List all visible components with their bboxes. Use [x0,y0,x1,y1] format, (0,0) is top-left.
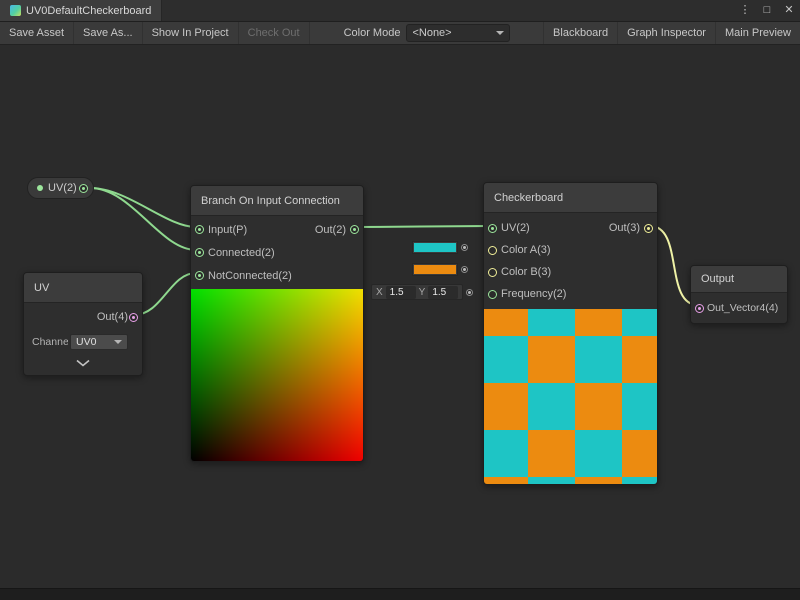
uv-pill-label: UV(2) [48,182,77,194]
frequency-fields: X 1.5 Y 1.5 [371,284,463,300]
color-b-connector-icon [461,266,468,273]
chevron-down-icon [496,31,504,35]
show-in-project-button[interactable]: Show In Project [143,22,239,44]
frequency-y-label: Y [419,287,426,298]
shadergraph-asset-icon [10,5,21,16]
uv-node-body: Out(4) Channel UV0 [24,303,142,375]
port-branch-notconnected[interactable] [195,271,204,280]
output-row-in: Out_Vector4(4) [691,295,787,321]
node-uv[interactable]: UV Out(4) Channel UV0 [23,272,143,376]
toolbar-right-group: Blackboard Graph Inspector Main Preview [543,22,800,44]
node-branch-on-input-connection[interactable]: Branch On Input Connection Input(P) Conn… [190,185,364,462]
channel-dropdown[interactable]: UV0 [70,334,128,350]
chevron-down-icon [114,340,122,344]
port-branch-input[interactable] [195,225,204,234]
branch-row-notconnected: NotConnected(2) [191,264,363,287]
output-in-label: Out_Vector4(4) [707,302,778,314]
tab-title: UV0DefaultCheckerboard [26,5,151,17]
port-cb-out[interactable] [644,224,653,233]
branch-row-out: Out(2) [315,218,363,241]
save-as-button[interactable]: Save As... [74,22,143,44]
port-branch-connected[interactable] [195,248,204,257]
cb-frequency-label: Frequency(2) [501,288,566,300]
branch-node-body: Input(P) Connected(2) NotConnected(2) Ou… [191,216,363,289]
close-icon[interactable]: ✕ [778,0,800,21]
output-node-title: Output [691,266,787,293]
port-output-vector4[interactable] [695,304,704,313]
window-bottom-edge [0,588,800,600]
checkerboard-node-body: UV(2) Color A(3) Color B(3) Frequency(2)… [484,213,657,309]
maximize-icon[interactable]: □ [756,0,778,21]
cb-row-frequency: Frequency(2) [484,283,657,305]
branch-node-title: Branch On Input Connection [191,186,363,216]
blackboard-toggle-button[interactable]: Blackboard [543,22,617,44]
uv-node-title: UV [24,273,142,303]
branch-notconnected-label: NotConnected(2) [208,270,292,282]
save-asset-button[interactable]: Save Asset [0,22,74,44]
uv-out-label: Out(4) [97,311,128,323]
branch-input-label: Input(P) [208,224,247,236]
cb-color-a-label: Color A(3) [501,244,551,256]
channel-value: UV0 [76,336,96,348]
color-a-connector-icon [461,244,468,251]
main-preview-toggle-button[interactable]: Main Preview [715,22,800,44]
edge-uvpill-to-connected[interactable] [90,188,196,250]
graph-inspector-toggle-button[interactable]: Graph Inspector [617,22,715,44]
frequency-connector-icon [466,289,473,296]
color-a-swatch [414,243,456,252]
color-mode-dropdown[interactable]: <None> [406,24,510,42]
cb-uv-label: UV(2) [501,222,530,234]
window-controls: ⋮ □ ✕ [734,0,800,21]
property-dot-icon [37,185,43,191]
port-branch-out[interactable] [350,225,359,234]
node-output[interactable]: Output Out_Vector4(4) [690,265,788,324]
cb-row-out: Out(3) [609,217,657,239]
checkerboard-preview [484,309,657,484]
frequency-widget: X 1.5 Y 1.5 [371,284,473,300]
edge-branchout-to-checkerboard[interactable] [356,226,491,227]
checkerboard-node-title: Checkerboard [484,183,657,213]
branch-connected-label: Connected(2) [208,247,275,259]
graph-toolbar: Save Asset Save As... Show In Project Ch… [0,22,800,45]
frequency-y-field[interactable]: 1.5 [428,286,458,299]
tab-bar: UV0DefaultCheckerboard ⋮ □ ✕ [0,0,800,22]
edge-uvnode-to-notconnected[interactable] [134,273,196,315]
color-b-field[interactable] [412,263,458,276]
branch-node-preview [191,289,363,461]
color-a-widget [412,241,468,254]
port-uvpill-out[interactable] [79,184,88,193]
edge-uvpill-to-input[interactable] [90,188,196,227]
shader-graph-window: UV0DefaultCheckerboard ⋮ □ ✕ Save Asset … [0,0,800,600]
cb-row-color-b: Color B(3) [484,261,657,283]
output-node-body: Out_Vector4(4) [691,293,787,323]
kebab-menu-icon[interactable]: ⋮ [734,0,756,21]
cb-color-b-label: Color B(3) [501,266,551,278]
cb-row-color-a: Color A(3) [484,239,657,261]
branch-row-connected: Connected(2) [191,241,363,264]
port-cb-frequency[interactable] [488,290,497,299]
color-mode-value: <None> [412,27,451,39]
color-b-swatch [414,265,456,274]
collapse-chevron-icon[interactable] [75,359,91,367]
node-checkerboard[interactable]: Checkerboard UV(2) Color A(3) Color B(3)… [483,182,658,485]
frequency-x-label: X [376,287,383,298]
frequency-x-field[interactable]: 1.5 [386,286,416,299]
tab-shadergraph[interactable]: UV0DefaultCheckerboard [0,0,162,21]
channel-label: Channel [32,336,68,348]
uv-row-channel: Channel UV0 [24,329,142,355]
port-uv-out[interactable] [129,313,138,322]
node-uv2-property-pill[interactable]: UV(2) [27,177,94,199]
uv-row-out: Out(4) [24,305,142,329]
port-cb-uv[interactable] [488,224,497,233]
uv-collapse-row [24,355,142,373]
cb-out-label: Out(3) [609,222,640,234]
port-cb-color-a[interactable] [488,246,497,255]
color-b-widget [412,263,468,276]
check-out-button: Check Out [239,22,310,44]
port-cb-color-b[interactable] [488,268,497,277]
branch-out-label: Out(2) [315,224,346,236]
color-a-field[interactable] [412,241,458,254]
color-mode-label: Color Mode [338,27,407,39]
